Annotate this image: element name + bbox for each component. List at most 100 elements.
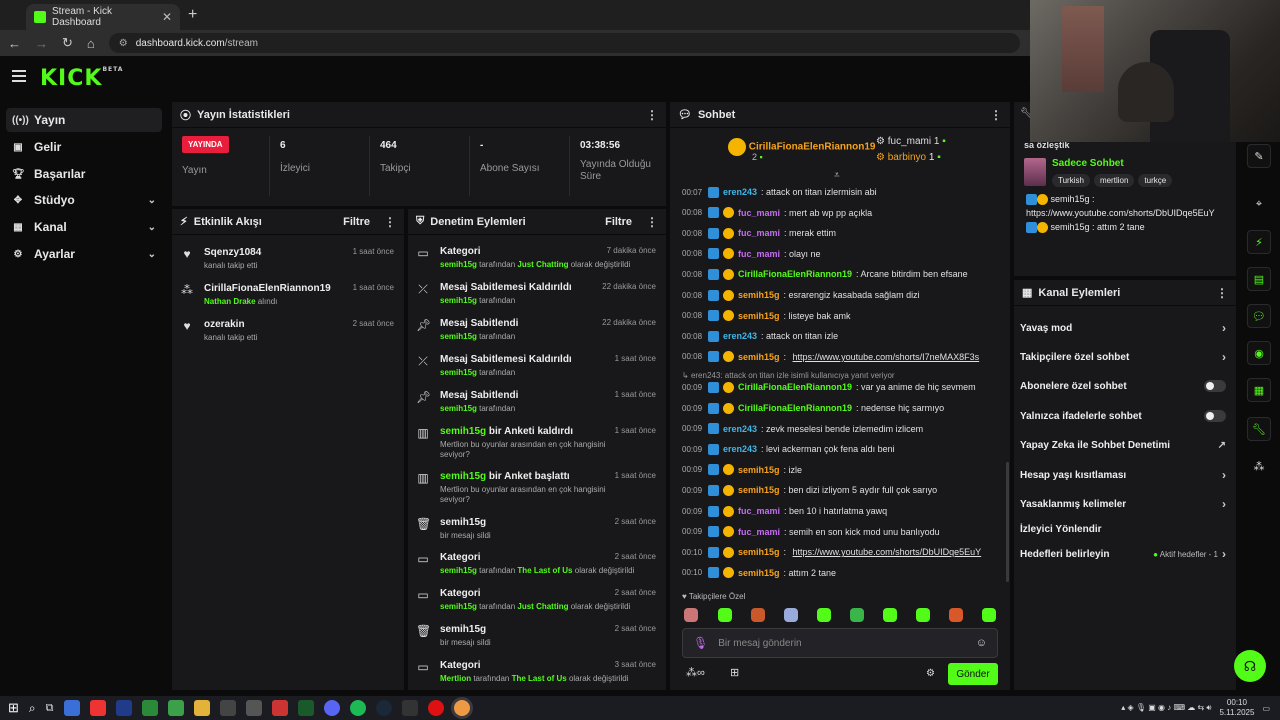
notification-icon[interactable]: ▭ — [1262, 704, 1270, 713]
emote-10[interactable] — [982, 608, 996, 622]
chat-settings-gear-icon[interactable]: ⚙ — [926, 668, 935, 679]
more-options-icon[interactable]: ⋮ — [646, 215, 658, 229]
app-icon[interactable] — [219, 700, 236, 716]
moderation-filter-button[interactable]: Filtre — [605, 216, 632, 228]
discord-icon[interactable] — [323, 700, 340, 716]
emote-9[interactable] — [949, 608, 963, 622]
tray-icons[interactable]: ▴ ◈ 🎙︎ ▣ ◉ ♪ ⌨ ☁ ⇆ 🔊︎ — [1121, 703, 1211, 713]
sidebar-item-ayarlar[interactable]: ⚙ Ayarlar ⌄ — [6, 242, 162, 266]
message-username[interactable]: eren243 — [723, 331, 757, 341]
activity-filter-button[interactable]: Filtre — [343, 216, 370, 228]
send-button[interactable]: Gönder — [948, 663, 998, 685]
subscribers-only-toggle[interactable] — [1204, 380, 1226, 392]
back-icon[interactable]: ← — [8, 36, 21, 51]
task-view-icon[interactable]: ⧉ — [46, 702, 54, 715]
top-gifter-2[interactable]: ⚙ fuc_mami 1 ▪ — [876, 136, 946, 147]
tag[interactable]: Turkish — [1052, 174, 1090, 187]
message-username[interactable]: CirillaFionaElenRiannon19 — [738, 382, 852, 392]
clock[interactable]: 00:10 5.11.2025 — [1219, 698, 1254, 718]
app-icon[interactable] — [297, 700, 314, 716]
expand-leaderboard-icon[interactable]: ⩡ — [834, 170, 840, 181]
message-username[interactable]: CirillaFionaElenRiannon19 — [738, 403, 852, 413]
message-username[interactable]: semih15g — [738, 290, 780, 300]
account-age-action[interactable]: Hesap yaşı kısıtlaması › — [1020, 465, 1226, 485]
sidebar-item-gelir[interactable]: ▣ Gelir — [6, 135, 162, 159]
more-options-icon[interactable]: ⋮ — [384, 215, 396, 229]
support-headset-icon[interactable]: ☊ — [1234, 650, 1266, 682]
message-username[interactable]: semih15g — [738, 352, 780, 362]
app-icon[interactable] — [271, 700, 288, 716]
document-icon[interactable]: ▤ — [1247, 267, 1271, 291]
set-goals-action[interactable]: Hedefleri belirleyin ● Aktif hedefler - … — [1020, 544, 1226, 564]
chrome-app-icon[interactable] — [89, 700, 106, 716]
browser-tab[interactable]: Stream - Kick Dashboard ✕ — [26, 4, 180, 30]
message-username[interactable]: fuc_mami — [738, 208, 780, 218]
emote-5[interactable] — [817, 608, 831, 622]
points-icon[interactable]: ⁂∞ — [686, 666, 705, 679]
message-username[interactable]: eren243 — [723, 187, 757, 197]
message-link[interactable]: https://www.youtube.com/shorts/DbUIDqe5E… — [793, 547, 982, 557]
new-tab-icon[interactable]: + — [188, 6, 197, 24]
message-username[interactable]: fuc_mami — [738, 249, 780, 259]
app-icon[interactable] — [167, 700, 184, 716]
sidebar-item-studyo[interactable]: ✥ Stüdyo ⌄ — [6, 188, 162, 212]
app-icon[interactable] — [115, 700, 132, 716]
sidebar-item-yayin[interactable]: ((•)) Yayın — [6, 108, 162, 132]
opera-icon[interactable] — [427, 700, 444, 716]
message-username[interactable]: semih15g — [738, 311, 780, 321]
message-username[interactable]: semih15g — [738, 465, 780, 475]
lightning-icon[interactable]: ⚡︎ — [1247, 230, 1271, 254]
reload-icon[interactable]: ↻ — [62, 35, 73, 51]
layout-icon[interactable]: ▦ — [1247, 378, 1271, 402]
close-tab-icon[interactable]: ✕ — [162, 10, 172, 24]
chat-icon[interactable]: 💬︎ — [1247, 304, 1271, 328]
emote-2[interactable] — [718, 608, 732, 622]
sidebar-item-kanal[interactable]: ▦ Kanal ⌄ — [6, 215, 162, 239]
banned-words-action[interactable]: Yasaklanmış kelimeler › — [1020, 494, 1226, 514]
message-username[interactable]: fuc_mami — [738, 506, 780, 516]
top-gifter-3[interactable]: ⚙ barbinyo 1 ▪ — [876, 152, 941, 163]
message-username[interactable]: eren243 — [723, 444, 757, 454]
microphone-icon[interactable]: 🎙︎ — [693, 636, 708, 650]
app-icon[interactable] — [141, 700, 158, 716]
followers-only-chat-action[interactable]: Takipçilere özel sohbet › — [1020, 347, 1226, 367]
spotify-icon[interactable] — [349, 700, 366, 716]
home-icon[interactable]: ⌂ — [87, 36, 95, 51]
apps-icon[interactable]: ⁂ — [1247, 454, 1271, 478]
emote-1[interactable] — [684, 608, 698, 622]
message-username[interactable]: fuc_mami — [738, 527, 780, 537]
message-username[interactable]: semih15g — [738, 568, 780, 578]
emote-7[interactable] — [883, 608, 897, 622]
site-info-icon[interactable]: ⚙ — [119, 38, 128, 49]
message-link[interactable]: https://www.youtube.com/shorts/I7neMAX8F… — [793, 352, 980, 362]
emote-6[interactable] — [850, 608, 864, 622]
ai-moderation-action[interactable]: Yapay Zeka ile Sohbet Denetimi ↗ — [1020, 435, 1226, 455]
focus-icon[interactable]: ⌖ — [1247, 192, 1271, 216]
message-username[interactable]: CirillaFionaElenRiannon19 — [738, 269, 852, 279]
kick-logo[interactable]: KICKBETA — [40, 66, 123, 91]
broadcast-icon[interactable]: ◉ — [1247, 341, 1271, 365]
hamburger-menu-icon[interactable] — [12, 70, 26, 82]
emote-only-toggle[interactable] — [1204, 410, 1226, 422]
emote-3[interactable] — [751, 608, 765, 622]
category-name[interactable]: Sadece Sohbet — [1052, 158, 1124, 169]
more-options-icon[interactable]: ⋮ — [1216, 286, 1228, 300]
store-icon[interactable] — [63, 700, 80, 716]
raid-viewers-action[interactable]: İzleyici Yönlendir — [1020, 519, 1226, 539]
gift-icon[interactable]: ⊞ — [730, 666, 739, 679]
message-username[interactable]: eren243 — [723, 424, 757, 434]
epic-games-icon[interactable] — [401, 700, 418, 716]
message-username[interactable]: semih15g — [738, 547, 780, 557]
app-icon[interactable] — [245, 700, 262, 716]
more-options-icon[interactable]: ⋮ — [646, 108, 658, 122]
chat-scrollbar[interactable] — [1006, 462, 1009, 582]
file-explorer-icon[interactable] — [193, 700, 210, 716]
forward-icon[interactable]: → — [35, 36, 48, 51]
message-username[interactable]: fuc_mami — [738, 228, 780, 238]
emoji-icon[interactable]: ☺ — [976, 637, 987, 649]
wrench-icon[interactable]: 🔧︎ — [1247, 417, 1271, 441]
tag[interactable]: mertlion — [1093, 174, 1135, 187]
top-gifter-1[interactable]: CirillaFionaElenRiannon19 2 ▪ — [728, 138, 875, 162]
search-icon[interactable]: ⌕ — [29, 701, 36, 716]
sidebar-item-basarilar[interactable]: 🏆︎ Başarılar — [6, 162, 162, 186]
